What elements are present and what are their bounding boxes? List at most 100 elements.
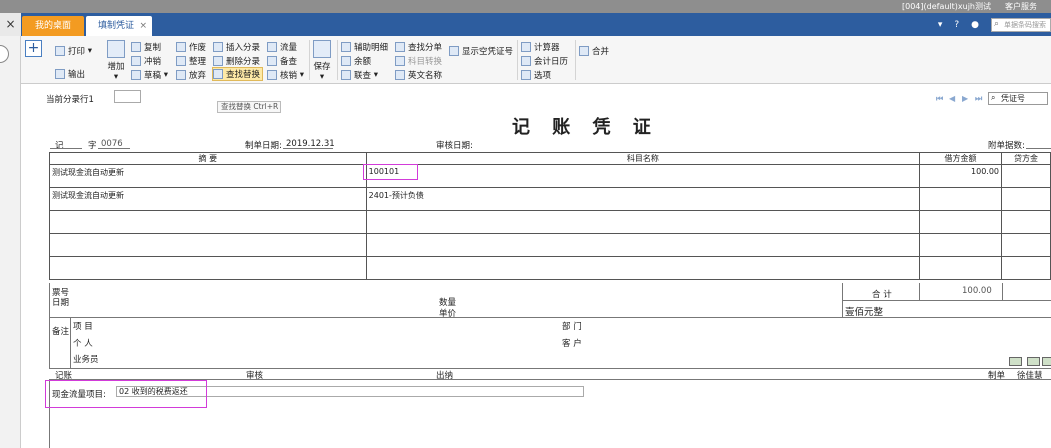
draft-button[interactable]: 草稿 ▾ bbox=[131, 68, 168, 82]
tooltip: 查找替换 Ctrl+R bbox=[217, 101, 281, 113]
table-row bbox=[49, 256, 1051, 280]
accounting-calendar-button[interactable]: 会计日历 bbox=[521, 54, 568, 68]
current-row-field[interactable] bbox=[114, 90, 141, 103]
calculator-button[interactable]: 计算器 bbox=[521, 40, 560, 54]
subject-cell[interactable]: 100101 bbox=[365, 164, 921, 188]
reverse-button[interactable]: 冲销 bbox=[131, 54, 161, 68]
debit-cell[interactable] bbox=[919, 187, 1003, 211]
person-label[interactable]: 个 人 bbox=[73, 337, 93, 349]
help-icon[interactable]: ? bbox=[954, 20, 959, 30]
table-row bbox=[49, 233, 1051, 257]
copy-button[interactable]: 复制 bbox=[131, 40, 161, 54]
dropdown-icon[interactable]: ▾ bbox=[938, 20, 943, 30]
aux-detail-button[interactable]: 辅助明细 bbox=[341, 40, 388, 54]
subject-cell[interactable]: 2401-预计负债 bbox=[365, 187, 921, 211]
tab-fill-voucher-label: 填制凭证 bbox=[98, 21, 135, 31]
merge-button[interactable]: 合并 bbox=[579, 44, 609, 58]
user-icon[interactable]: ● bbox=[971, 20, 979, 30]
ribbon-toolbar: + 打印 ▾ 输出 增加 ▾ 复制 冲销 草稿 ▾ 作废 整理 放弃 插入分录 删… bbox=[21, 36, 1051, 84]
left-rail bbox=[0, 36, 21, 448]
table-row: 测试现金流自动更新 2401-预计负债 bbox=[49, 187, 1051, 211]
next-icon[interactable]: ▶ bbox=[962, 94, 972, 103]
close-icon[interactable]: × bbox=[139, 16, 147, 36]
toolbar-divider bbox=[309, 40, 310, 80]
last-icon[interactable]: ⏭ bbox=[975, 94, 985, 103]
remarks-label: 备注 bbox=[52, 327, 70, 337]
inquiry-icon bbox=[341, 70, 351, 80]
show-empty-voucher-button[interactable]: 显示空凭证号 bbox=[449, 44, 513, 58]
customer-service-link[interactable]: 客户服务 bbox=[1005, 1, 1037, 12]
prev-icon[interactable]: ◀ bbox=[949, 94, 959, 103]
customer-label[interactable]: 客 户 bbox=[562, 337, 582, 349]
close-all-icon[interactable]: × bbox=[0, 13, 21, 36]
copy-icon bbox=[131, 42, 141, 52]
summary-header: 摘 要 bbox=[49, 152, 367, 165]
summary-cell[interactable]: 测试现金流自动更新 bbox=[49, 164, 367, 188]
discard-button[interactable]: 放弃 bbox=[176, 68, 206, 82]
toolbar-divider bbox=[337, 40, 338, 80]
reverse-icon bbox=[131, 56, 141, 66]
department-label[interactable]: 部 门 bbox=[562, 320, 582, 332]
void-button[interactable]: 作废 bbox=[176, 40, 206, 54]
calendar-icon bbox=[521, 56, 531, 66]
find-entry-button[interactable]: 查找分单 bbox=[395, 40, 442, 54]
account-info[interactable]: [004](default)xujh测试 bbox=[902, 1, 991, 12]
voucher-type[interactable]: 记 bbox=[55, 139, 64, 151]
inquiry-button[interactable]: 联查 ▾ bbox=[341, 68, 378, 82]
project-label[interactable]: 项 目 bbox=[73, 320, 93, 332]
subject-convert-button[interactable]: 科目转换 bbox=[395, 54, 442, 68]
stamp-icon[interactable] bbox=[1042, 357, 1051, 366]
export-icon bbox=[55, 69, 65, 79]
toolbar-divider bbox=[575, 40, 576, 80]
credit-header: 贷方金 bbox=[1001, 152, 1051, 165]
tidy-button[interactable]: 整理 bbox=[176, 54, 206, 68]
find-icon bbox=[213, 69, 223, 79]
merge-icon bbox=[579, 46, 589, 56]
total-label: 合 计 bbox=[872, 290, 892, 300]
print-button[interactable]: 打印 ▾ bbox=[55, 44, 92, 58]
memo-button[interactable]: 备查 bbox=[267, 54, 297, 68]
aux-detail-icon bbox=[341, 42, 351, 52]
draft-icon bbox=[131, 70, 141, 80]
attachment-label: 附单据数: bbox=[988, 141, 1025, 151]
top-status-bar: [004](default)xujh测试 客户服务 bbox=[0, 0, 1051, 13]
highlight-subject bbox=[363, 164, 418, 180]
new-button[interactable]: + bbox=[25, 40, 42, 57]
cashflow-button[interactable]: 流量 bbox=[267, 40, 297, 54]
debit-cell[interactable]: 100.00 bbox=[919, 164, 1003, 188]
options-button[interactable]: 选项 bbox=[521, 68, 551, 82]
export-button[interactable]: 输出 bbox=[55, 67, 85, 81]
discard-icon bbox=[176, 70, 186, 80]
save-icon bbox=[313, 40, 331, 58]
audit-date-label: 审核日期: bbox=[436, 141, 473, 151]
collapse-handle[interactable] bbox=[0, 45, 9, 63]
summary-cell[interactable]: 测试现金流自动更新 bbox=[49, 187, 367, 211]
voucher-number-search[interactable]: 凭证号 bbox=[988, 92, 1048, 105]
barcode-search-input[interactable]: 单据条码搜索 bbox=[991, 17, 1051, 32]
stamp-icon[interactable] bbox=[1027, 357, 1040, 366]
verify-button[interactable]: 核销 ▾ bbox=[267, 68, 304, 82]
tab-fill-voucher[interactable]: 填制凭证 × bbox=[86, 16, 152, 36]
find-replace-button[interactable]: 查找替换 bbox=[212, 67, 264, 81]
salesman-label[interactable]: 业务员 bbox=[73, 353, 99, 365]
memo-icon bbox=[267, 56, 277, 66]
voucher-number-label: 字 bbox=[88, 141, 97, 151]
first-icon[interactable]: ⏮ bbox=[936, 94, 946, 103]
balance-button[interactable]: 余额 bbox=[341, 54, 371, 68]
save-button[interactable]: 保存 ▾ bbox=[313, 40, 331, 82]
table-row bbox=[49, 210, 1051, 234]
tab-bar: × 我的桌面 填制凭证 × ▾ ? ● 单据条码搜索 bbox=[0, 13, 1051, 36]
credit-cell[interactable] bbox=[1001, 164, 1051, 188]
delete-icon bbox=[213, 56, 223, 66]
add-button[interactable]: 增加 ▾ bbox=[107, 40, 125, 82]
voucher-navigation: ⏮ ◀ ▶ ⏭ 凭证号 bbox=[936, 92, 1048, 105]
total-in-words: 壹佰元整 bbox=[845, 307, 884, 318]
credit-cell[interactable] bbox=[1001, 187, 1051, 211]
debit-header: 借方金额 bbox=[919, 152, 1003, 165]
insert-entry-button[interactable]: 插入分录 bbox=[213, 40, 260, 54]
delete-entry-button[interactable]: 删除分录 bbox=[213, 54, 260, 68]
date-label: 制单日期: bbox=[245, 141, 282, 151]
stamp-icon[interactable] bbox=[1009, 357, 1022, 366]
english-name-button[interactable]: 英文名称 bbox=[395, 68, 442, 82]
tab-my-desktop[interactable]: 我的桌面 bbox=[22, 16, 84, 36]
